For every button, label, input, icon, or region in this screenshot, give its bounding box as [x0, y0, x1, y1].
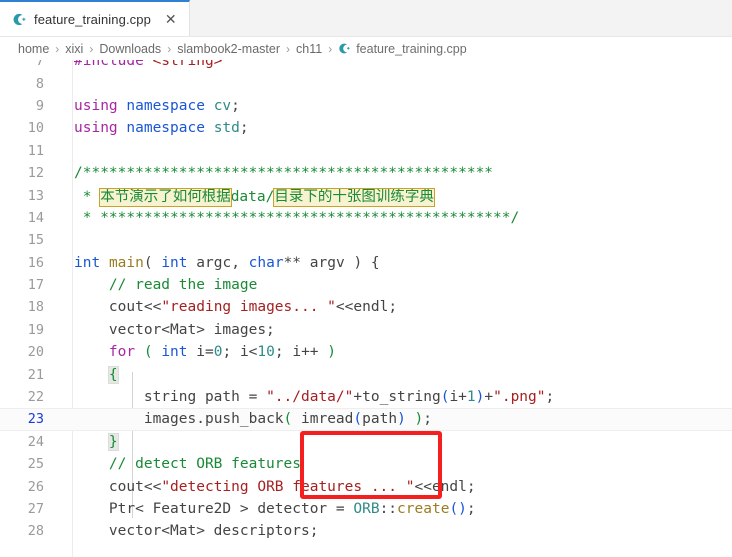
line-content: cout<<"reading images... "<<endl;	[108, 299, 398, 316]
code-line[interactable]: 27 Ptr< Feature2D > detector = ORB::crea…	[0, 498, 732, 520]
breadcrumb-item-slambook2-master[interactable]: slambook2-master	[177, 42, 280, 56]
chevron-right-icon: ›	[328, 41, 333, 56]
line-content: for ( int i=0; i<10; i++ )	[108, 344, 337, 361]
cpp-file-icon	[338, 42, 351, 55]
code-line[interactable]: 8	[0, 72, 732, 94]
line-content: int main( int argc, char** argv ) {	[74, 254, 380, 271]
line-content: // read the image	[74, 277, 258, 294]
line-content: Ptr< Feature2D > detector = ORB::create(…	[108, 501, 476, 517]
code-line[interactable]: 13 * 本节演示了如何根据data/目录下的十张图训练字典	[0, 184, 732, 208]
line-number: 10	[27, 120, 44, 137]
breadcrumb-item-file[interactable]: feature_training.cpp	[338, 42, 467, 56]
chevron-right-icon: ›	[167, 41, 172, 56]
code-line[interactable]: 12 /************************************…	[0, 162, 732, 184]
line-number: 12	[27, 165, 44, 182]
line-number: 21	[27, 366, 44, 383]
code-line[interactable]: 14 * ***********************************…	[0, 207, 732, 229]
line-content: * 本节演示了如何根据data/目录下的十张图训练字典	[74, 188, 435, 208]
breadcrumb-item-home[interactable]: home	[18, 42, 49, 56]
editor-tab-bar: feature_training.cpp ✕	[0, 0, 732, 37]
comment-highlight-2: 目录下的十张图训练字典	[273, 188, 435, 208]
code-line[interactable]: 19 vector<Mat> images;	[0, 319, 732, 341]
chevron-right-icon: ›	[286, 41, 291, 56]
breadcrumb-file-label: feature_training.cpp	[356, 41, 467, 56]
line-content: // detect ORB features	[74, 456, 301, 473]
line-number: 22	[27, 389, 44, 406]
code-editor[interactable]: 7 #include <string> 8 9 using namespace …	[0, 60, 732, 557]
line-content: images.push_back( imread(path) );	[143, 411, 432, 428]
line-content: vector<Mat> images;	[108, 321, 275, 338]
breadcrumb-item-downloads[interactable]: Downloads	[99, 42, 161, 56]
code-line[interactable]: 10 using namespace std;	[0, 117, 732, 139]
line-number: 16	[27, 254, 44, 271]
code-line[interactable]: 24 }	[0, 431, 732, 453]
line-content: }	[58, 432, 732, 451]
line-content: vector<Mat> descriptors;	[108, 523, 319, 540]
bracket-match-close: }	[107, 432, 119, 451]
code-line[interactable]: 9 using namespace cv;	[0, 95, 732, 117]
tab-feature-training-cpp[interactable]: feature_training.cpp ✕	[0, 0, 190, 36]
code-line[interactable]: 28 vector<Mat> descriptors;	[0, 520, 732, 542]
line-content: #include <string>	[74, 60, 223, 70]
line-number: 17	[27, 277, 44, 294]
code-line[interactable]: 20 for ( int i=0; i<10; i++ )	[0, 341, 732, 363]
line-number: 13	[27, 187, 44, 204]
line-number: 20	[27, 344, 44, 361]
chevron-right-icon: ›	[89, 41, 94, 56]
line-number: 8	[35, 75, 44, 92]
code-line[interactable]: 21 {	[0, 363, 732, 385]
code-line[interactable]: 25 // detect ORB features	[0, 453, 732, 475]
line-number: 15	[27, 232, 44, 249]
line-number: 24	[27, 433, 44, 450]
line-number: 18	[27, 299, 44, 316]
code-line[interactable]: 7 #include <string>	[0, 60, 732, 72]
line-number: 23	[27, 411, 44, 428]
chevron-right-icon: ›	[55, 41, 60, 56]
code-scroll-area[interactable]: 7 #include <string> 8 9 using namespace …	[0, 60, 732, 557]
line-content: string path = "../data/"+to_string(i+1)+…	[143, 389, 555, 406]
breadcrumb: home › xixi › Downloads › slambook2-mast…	[0, 37, 732, 60]
line-number: 19	[27, 321, 44, 338]
line-number: 26	[27, 478, 44, 495]
code-line[interactable]: 11	[0, 140, 732, 162]
line-content: cout<<"detecting ORB features ... "<<end…	[108, 478, 476, 495]
close-icon[interactable]: ✕	[162, 10, 180, 28]
line-number: 14	[27, 209, 44, 226]
code-line[interactable]: 26 cout<<"detecting ORB features ... "<<…	[0, 475, 732, 497]
line-content: {	[58, 365, 732, 384]
code-line[interactable]: 18 cout<<"reading images... "<<endl;	[0, 296, 732, 318]
comment-highlight-1: 本节演示了如何根据	[99, 188, 232, 208]
bracket-match-open: {	[107, 365, 119, 384]
breadcrumb-item-xixi[interactable]: xixi	[65, 42, 83, 56]
code-line[interactable]: 17 // read the image	[0, 274, 732, 296]
code-line[interactable]: 16 int main( int argc, char** argv ) {	[0, 252, 732, 274]
breadcrumb-item-ch11[interactable]: ch11	[296, 42, 322, 56]
line-content: * **************************************…	[74, 209, 520, 226]
line-number: 11	[27, 142, 44, 159]
code-line-active[interactable]: 23 images.push_back( imread(path) );	[0, 408, 732, 431]
line-number: 25	[27, 456, 44, 473]
code-line[interactable]: 22 string path = "../data/"+to_string(i+…	[0, 386, 732, 408]
line-number: 7	[35, 60, 44, 70]
line-content: using namespace cv;	[74, 97, 240, 114]
line-number: 28	[27, 523, 44, 540]
line-content: /***************************************…	[74, 165, 494, 182]
cpp-file-icon	[12, 12, 27, 27]
line-number: 27	[27, 501, 44, 517]
line-content: using namespace std;	[74, 120, 249, 137]
line-number: 9	[35, 97, 44, 114]
code-line[interactable]: 15	[0, 229, 732, 251]
tab-label: feature_training.cpp	[34, 11, 151, 27]
